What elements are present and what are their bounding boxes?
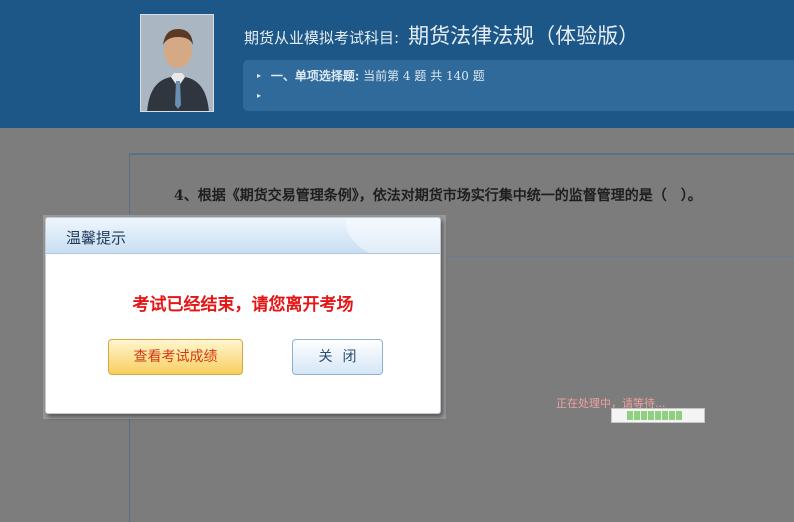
arrow-right-icon: ▸ [257, 91, 262, 100]
progress-block [669, 411, 675, 420]
divider [440, 256, 794, 257]
progress-block [641, 411, 647, 420]
exam-title-prefix: 期货从业模拟考试科目: [244, 29, 400, 47]
progress-block [627, 411, 633, 420]
close-button[interactable]: 关闭 [292, 339, 383, 375]
view-score-button[interactable]: 查看考试成绩 [108, 339, 243, 375]
progress-block [634, 411, 640, 420]
candidate-photo [140, 14, 214, 112]
arrow-right-icon: ▸ [257, 71, 262, 80]
empty-row: ▸ [257, 89, 267, 103]
progress-block [676, 411, 682, 420]
question-info-box: ▸ 一、单项选择题: 当前第 4 题 共 140 题 ▸ [243, 60, 794, 111]
progress-fill [627, 411, 682, 420]
dialog-title: 温馨提示 [66, 229, 127, 247]
avatar-icon [141, 15, 213, 111]
exam-subject: 期货法律法规（体验版） [408, 24, 640, 48]
titlebar-shine [346, 218, 440, 253]
section-row: ▸ 一、单项选择题: 当前第 4 题 共 140 题 [257, 67, 485, 84]
section-label: 一、单项选择题: [270, 69, 360, 83]
processing-progress-bar [611, 408, 705, 423]
dialog-message: 考试已经结束，请您离开考场 [132, 295, 354, 315]
exam-header: 期货从业模拟考试科目: 期货法律法规（体验版） ▸ 一、单项选择题: 当前第 4… [0, 0, 794, 128]
exam-ended-dialog: 温馨提示 考试已经结束，请您离开考场 查看考试成绩 关闭 [45, 217, 441, 414]
progress-block [662, 411, 668, 420]
progress-block [648, 411, 654, 420]
dialog-titlebar: 温馨提示 [46, 218, 440, 254]
progress-block [655, 411, 661, 420]
question-text: 4、根据《期货交易管理条例》，依法对期货市场实行集中统一的监督管理的是（ ）。 [174, 188, 702, 204]
question-progress-text: 当前第 4 题 共 140 题 [363, 69, 485, 83]
exam-title: 期货从业模拟考试科目: 期货法律法规（体验版） [244, 20, 639, 50]
